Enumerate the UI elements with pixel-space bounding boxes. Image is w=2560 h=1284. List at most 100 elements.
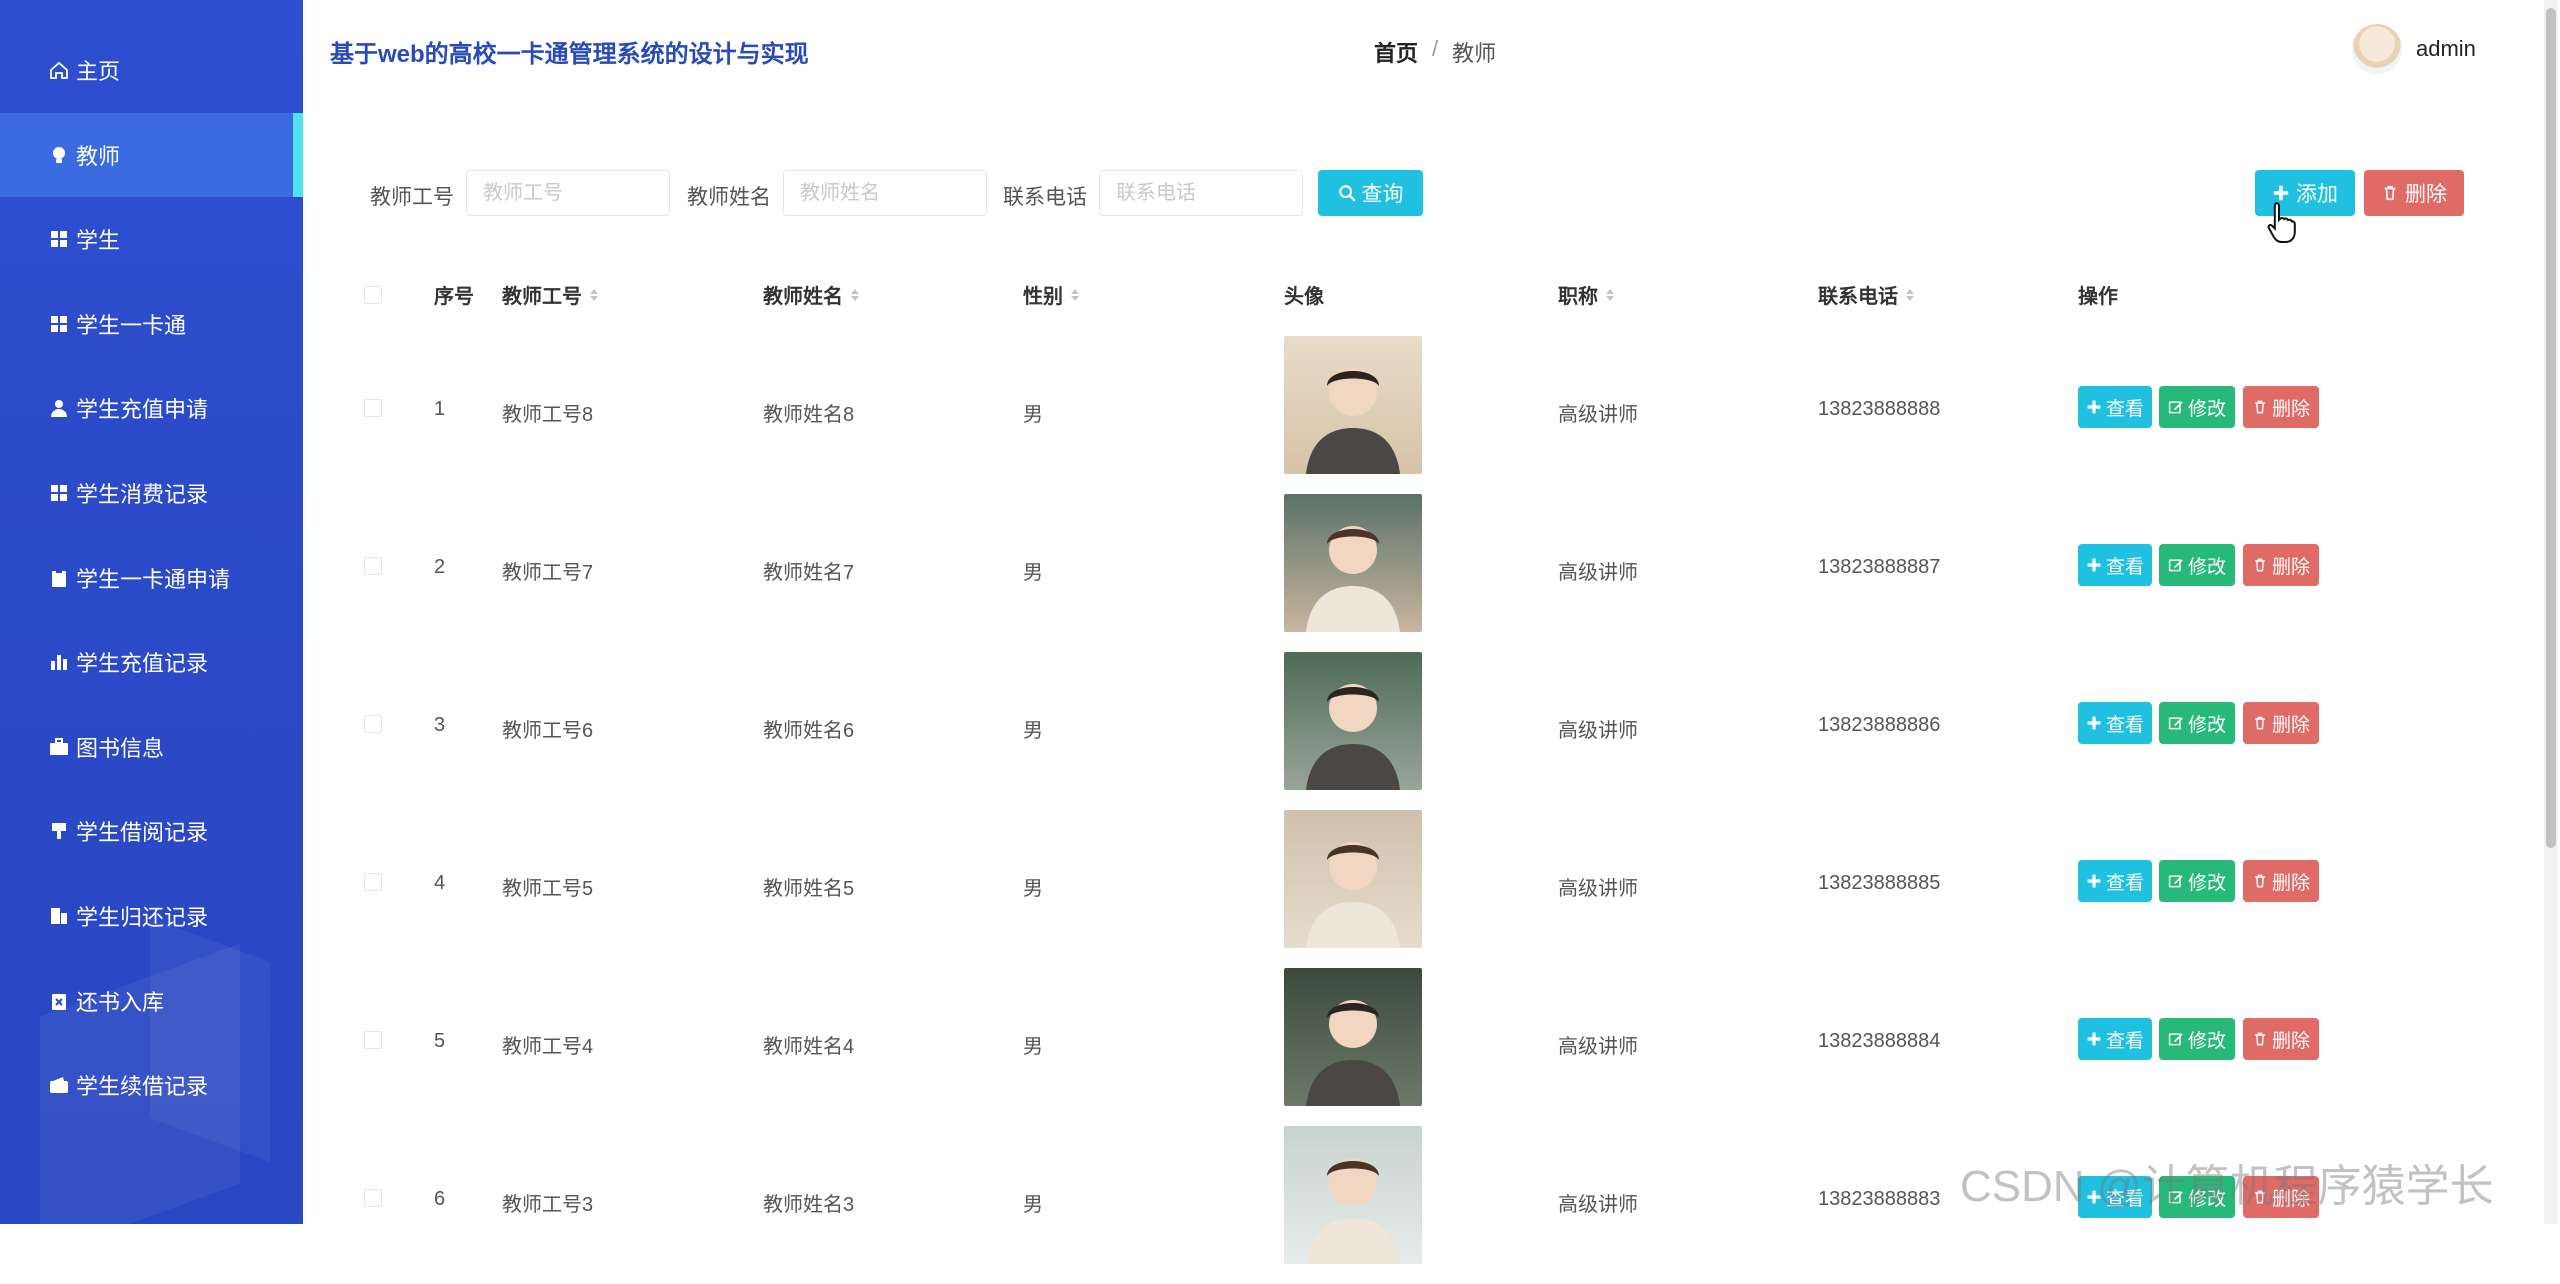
plus-icon xyxy=(2087,400,2101,414)
plus-icon xyxy=(2087,558,2101,572)
breadcrumb-separator: / xyxy=(1432,36,1439,61)
sort-icon[interactable] xyxy=(1906,288,1914,301)
teacher-photo[interactable] xyxy=(1284,968,1422,1106)
delete-button[interactable]: 删除 xyxy=(2364,170,2464,216)
sidebar-item[interactable]: 教师 xyxy=(0,112,303,197)
table-header: 序号 教师工号 教师姓名 性别 头像 职称 联系电话 操作 xyxy=(0,280,2540,316)
view-button[interactable]: 查看 xyxy=(2078,386,2152,428)
cell-teacher-id: 教师工号5 xyxy=(502,878,594,900)
row-delete-button[interactable]: 删除 xyxy=(2243,702,2319,744)
sidebar-item-label: 主页 xyxy=(76,59,121,84)
row-checkbox[interactable] xyxy=(364,557,382,575)
teacher-photo[interactable] xyxy=(1284,494,1422,632)
header-title[interactable]: 职称 xyxy=(1558,280,1614,309)
cell-teacher-name: 教师姓名6 xyxy=(763,720,855,742)
sort-icon[interactable] xyxy=(1071,288,1079,301)
row-checkbox[interactable] xyxy=(364,873,382,891)
teacher-photo[interactable] xyxy=(1284,810,1422,948)
row-checkbox[interactable] xyxy=(364,1189,382,1207)
cell-teacher-id: 教师工号8 xyxy=(502,404,594,426)
edit-icon xyxy=(2168,875,2183,888)
teacher-name-input[interactable] xyxy=(783,170,987,216)
sidebar-item[interactable]: 主页 xyxy=(0,28,303,112)
trash-icon xyxy=(2255,1032,2265,1046)
view-button-label: 查看 xyxy=(2105,1030,2144,1052)
teacher-photo[interactable] xyxy=(1284,336,1422,474)
query-button-label: 查询 xyxy=(1361,183,1404,206)
breadcrumb-home[interactable]: 首页 xyxy=(1374,36,1418,68)
edit-button[interactable]: 修改 xyxy=(2159,544,2235,586)
cell-index: 1 xyxy=(434,398,446,420)
edit-button[interactable]: 修改 xyxy=(2159,702,2235,744)
cell-index: 5 xyxy=(434,1030,446,1052)
sort-icon[interactable] xyxy=(590,288,598,301)
cell-teacher-name: 教师姓名5 xyxy=(763,878,855,900)
header-index-label: 序号 xyxy=(434,286,474,308)
header-teacher-name[interactable]: 教师姓名 xyxy=(763,280,859,309)
header-avatar-label: 头像 xyxy=(1284,286,1324,308)
table-row: 2 教师工号7 教师姓名7 男 高级讲师 13823888887 查看 修改 删除 xyxy=(0,494,2540,652)
sidebar-item-label: 学生 xyxy=(76,228,121,254)
table-row: 3 教师工号6 教师姓名6 男 高级讲师 13823888886 查看 修改 删除 xyxy=(0,652,2540,810)
cell-phone: 13823888888 xyxy=(1818,398,1941,420)
header-teacher-id[interactable]: 教师工号 xyxy=(502,280,598,309)
cell-teacher-id: 教师工号7 xyxy=(502,562,594,584)
scrollbar-thumb[interactable] xyxy=(2546,8,2556,848)
cell-gender: 男 xyxy=(1023,720,1043,742)
view-button[interactable]: 查看 xyxy=(2078,702,2152,744)
query-button[interactable]: 查询 xyxy=(1318,170,1423,216)
table-row: 1 教师工号8 教师姓名8 男 高级讲师 13823888888 查看 修改 删除 xyxy=(0,336,2540,494)
cell-teacher-id: 教师工号4 xyxy=(502,1036,594,1058)
phone-input[interactable] xyxy=(1099,170,1303,216)
cell-phone: 13823888884 xyxy=(1818,1030,1941,1052)
user-name[interactable]: admin xyxy=(2416,36,2476,62)
avatar[interactable] xyxy=(2352,24,2402,74)
cell-teacher-name: 教师姓名3 xyxy=(763,1194,855,1216)
select-all-checkbox[interactable] xyxy=(364,286,382,304)
app-title: 基于web的高校一卡通管理系统的设计与实现 xyxy=(330,41,809,68)
table-row: 5 教师工号4 教师姓名4 男 高级讲师 13823888884 查看 修改 删除 xyxy=(0,968,2540,1126)
view-button[interactable]: 查看 xyxy=(2078,1018,2152,1060)
row-delete-button[interactable]: 删除 xyxy=(2243,1018,2319,1060)
teacher-id-input[interactable] xyxy=(466,170,670,216)
header-title-label: 职称 xyxy=(1558,286,1598,308)
sort-icon[interactable] xyxy=(1606,288,1614,301)
edit-icon xyxy=(2168,401,2183,414)
cell-gender: 男 xyxy=(1023,404,1043,426)
row-checkbox[interactable] xyxy=(364,1031,382,1049)
edit-button-label: 修改 xyxy=(2187,398,2226,420)
row-checkbox[interactable] xyxy=(364,715,382,733)
home-icon xyxy=(48,59,70,81)
scrollbar[interactable] xyxy=(2544,0,2558,1224)
teacher-name-label: 教师姓名 xyxy=(687,186,771,209)
row-delete-button[interactable]: 删除 xyxy=(2243,860,2319,902)
header-phone-label: 联系电话 xyxy=(1818,286,1898,308)
cell-title: 高级讲师 xyxy=(1558,878,1638,900)
sort-icon[interactable] xyxy=(851,288,859,301)
view-button[interactable]: 查看 xyxy=(2078,544,2152,586)
edit-button[interactable]: 修改 xyxy=(2159,1018,2235,1060)
grid-icon xyxy=(48,228,70,250)
cell-gender: 男 xyxy=(1023,1194,1043,1216)
row-delete-button[interactable]: 删除 xyxy=(2243,386,2319,428)
header-phone[interactable]: 联系电话 xyxy=(1818,280,1914,309)
plus-icon xyxy=(2087,1032,2101,1046)
edit-icon xyxy=(2168,717,2183,730)
bulb-icon xyxy=(48,144,70,166)
cell-title: 高级讲师 xyxy=(1558,562,1638,584)
edit-button[interactable]: 修改 xyxy=(2159,386,2235,428)
view-button[interactable]: 查看 xyxy=(2078,860,2152,902)
teacher-photo[interactable] xyxy=(1284,652,1422,790)
user-menu[interactable]: admin xyxy=(2352,24,2476,74)
cell-teacher-id: 教师工号6 xyxy=(502,720,594,742)
row-checkbox[interactable] xyxy=(364,399,382,417)
breadcrumb-current: 教师 xyxy=(1452,41,1497,66)
sidebar-item[interactable]: 学生 xyxy=(0,197,303,281)
edit-button[interactable]: 修改 xyxy=(2159,860,2235,902)
header-gender[interactable]: 性别 xyxy=(1023,280,1079,309)
trash-icon xyxy=(2255,558,2265,572)
row-delete-button[interactable]: 删除 xyxy=(2243,544,2319,586)
cell-index: 2 xyxy=(434,556,446,578)
row-delete-button-label: 删除 xyxy=(2271,556,2310,578)
teacher-photo[interactable] xyxy=(1284,1126,1422,1264)
